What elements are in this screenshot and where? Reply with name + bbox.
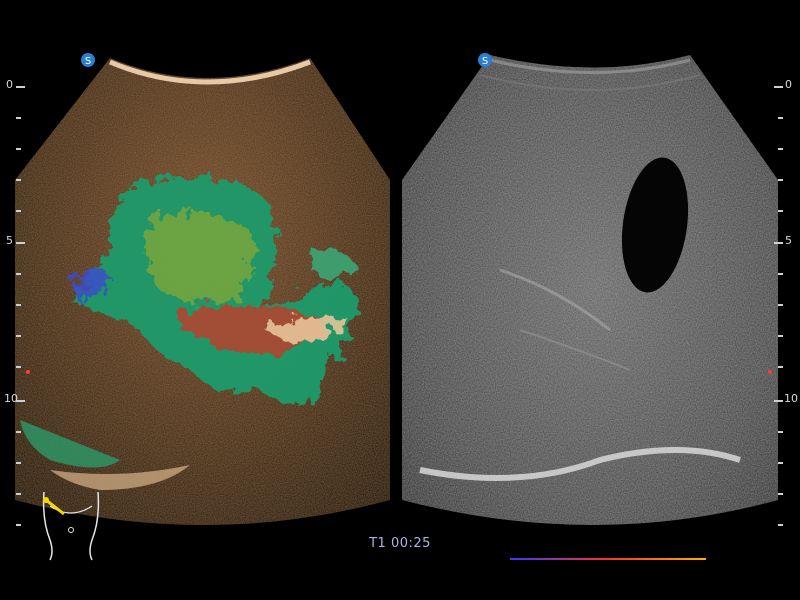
depth-scale-left: 0 5 10 [0,0,40,560]
depth-scale-right: 0 5 10 [760,0,800,560]
left-image-content [15,58,390,525]
tick [774,400,783,402]
left-ultrasound-panel [15,58,390,525]
depth-label-0: 0 [6,78,13,91]
tick [16,148,21,150]
tick [778,462,783,464]
color-scale-bar [510,558,706,560]
tick [778,117,783,119]
tick [778,431,783,433]
tick [16,304,21,306]
tick [778,524,783,526]
tick [16,431,21,433]
tick [16,335,21,337]
focus-marker-left [26,370,30,374]
depth-label-5: 5 [785,234,792,247]
tick [778,366,783,368]
ultrasound-screen: S S 0 5 10 0 5 10 T1 00:25 [0,0,800,600]
tick [16,86,25,88]
tick [16,179,21,181]
body-marker-icon [42,491,100,561]
timer-label: T1 00:25 [369,536,431,551]
tick [16,524,21,526]
depth-label-5: 5 [6,234,13,247]
tick [778,273,783,275]
tick [16,462,21,464]
tick [778,335,783,337]
tick [778,210,783,212]
tick [16,493,21,495]
probe-orientation-icon-right: S [478,53,492,67]
svg-text:S: S [482,56,488,67]
tick [778,148,783,150]
depth-label-10: 10 [784,392,798,405]
tick [774,86,783,88]
tick [16,273,21,275]
right-ultrasound-panel [402,55,778,525]
tick [16,210,21,212]
depth-label-0: 0 [785,78,792,91]
right-image-content [402,55,778,525]
tick [774,242,783,244]
tick [16,242,25,244]
tick [16,117,21,119]
focus-marker-right [768,370,772,374]
probe-orientation-icon-left: S [81,53,95,67]
tick [16,366,21,368]
tick [778,179,783,181]
svg-text:S: S [85,56,91,67]
depth-label-10: 10 [4,392,18,405]
tick [778,304,783,306]
top-strip [0,0,800,26]
tick [16,400,25,402]
tick [778,493,783,495]
